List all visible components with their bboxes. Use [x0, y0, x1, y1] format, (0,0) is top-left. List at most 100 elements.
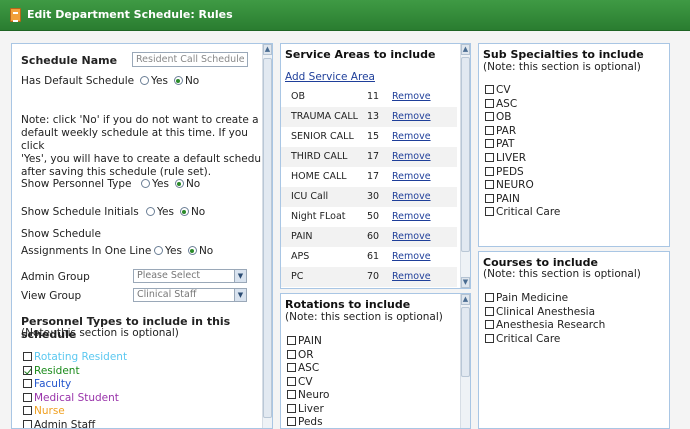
remove-service-area-link[interactable]: Remove	[392, 251, 431, 262]
show-personnel-no-radio[interactable]	[174, 179, 184, 188]
rotations-scrollbar[interactable]: ▲	[460, 294, 470, 428]
checkbox[interactable]	[23, 379, 32, 389]
show-assignments-no-radio[interactable]	[187, 246, 197, 255]
sub-specialty-item[interactable]: NEURO	[485, 179, 534, 191]
note-line: default weekly schedule at this time. If…	[21, 127, 248, 152]
rotation-item[interactable]: Neuro	[287, 389, 329, 401]
personnel-type-item[interactable]: Nurse	[23, 405, 65, 417]
scroll-up-icon[interactable]: ▲	[461, 44, 470, 55]
remove-service-area-link[interactable]: Remove	[392, 91, 431, 102]
remove-service-area-link[interactable]: Remove	[392, 131, 431, 142]
view-group-select[interactable]: Clinical Staff ▼	[133, 288, 247, 302]
service-area-row: THIRD CALL 17 Remove	[281, 147, 457, 167]
scroll-thumb[interactable]	[461, 307, 470, 377]
scroll-up-icon[interactable]: ▲	[263, 44, 272, 55]
sub-specialty-item[interactable]: PAR	[485, 125, 516, 137]
course-item[interactable]: Critical Care	[485, 333, 560, 345]
add-service-area-link[interactable]: Add Service Area	[285, 71, 375, 83]
sub-specialty-item[interactable]: PAIN	[485, 193, 520, 205]
sub-specialty-item[interactable]: CV	[485, 84, 511, 96]
rotations-panel: Rotations to include (Note: this section…	[280, 293, 471, 429]
sub-specialty-item[interactable]: PAT	[485, 138, 514, 150]
checkbox[interactable]	[485, 153, 494, 162]
remove-service-area-link[interactable]: Remove	[392, 151, 431, 162]
checkbox[interactable]	[485, 306, 494, 316]
service-area-code: 60	[367, 231, 380, 242]
checkbox[interactable]	[485, 112, 494, 122]
rotation-item[interactable]: Peds	[287, 416, 323, 428]
show-initials-no-radio[interactable]	[179, 207, 189, 216]
course-item[interactable]: Pain Medicine	[485, 292, 568, 304]
remove-service-area-link[interactable]: Remove	[392, 111, 431, 122]
rotation-item[interactable]: CV	[287, 376, 313, 388]
personnel-type-item[interactable]: Resident	[23, 365, 80, 377]
rotation-item[interactable]: ASC	[287, 362, 319, 374]
checkbox-label: PAIN	[496, 192, 520, 205]
course-item[interactable]: Anesthesia Research	[485, 319, 605, 331]
scroll-thumb[interactable]	[461, 57, 470, 252]
sub-specialty-item[interactable]: ASC	[485, 98, 517, 110]
sub-specialty-item[interactable]: LIVER	[485, 152, 526, 164]
show-personnel-yes-radio[interactable]	[141, 179, 150, 188]
checkbox[interactable]	[485, 85, 494, 94]
checkbox[interactable]	[287, 336, 296, 345]
checkbox[interactable]	[287, 417, 296, 426]
checkbox[interactable]	[287, 349, 296, 359]
checkbox[interactable]	[23, 392, 32, 402]
checkbox[interactable]	[485, 166, 494, 176]
has-default-label: Has Default Schedule	[21, 75, 135, 87]
checkbox[interactable]	[287, 390, 296, 399]
checkbox[interactable]	[485, 207, 494, 217]
left-panel-scrollbar[interactable]: ▲	[262, 44, 272, 428]
personnel-type-item[interactable]: Medical Student	[23, 392, 119, 404]
checkbox[interactable]	[485, 333, 494, 343]
checkbox[interactable]	[287, 376, 296, 386]
checkbox[interactable]	[23, 352, 32, 361]
rotation-item[interactable]: OR	[287, 349, 314, 361]
window-title: Edit Department Schedule: Rules	[27, 8, 233, 21]
checkbox[interactable]	[23, 406, 32, 416]
chevron-down-icon: ▼	[234, 270, 246, 282]
remove-service-area-link[interactable]: Remove	[392, 271, 431, 282]
remove-service-area-link[interactable]: Remove	[392, 171, 431, 182]
checkbox[interactable]	[485, 320, 494, 329]
personnel-type-item[interactable]: Faculty	[23, 378, 71, 390]
service-area-name: TRAUMA CALL	[291, 111, 358, 122]
service-area-name: THIRD CALL	[291, 151, 348, 162]
schedule-name-label: Schedule Name	[21, 54, 118, 67]
show-personnel-radio-group: Yes No	[141, 178, 206, 190]
checkbox[interactable]	[485, 98, 494, 108]
checkbox[interactable]	[485, 125, 494, 135]
scroll-down-icon[interactable]: ▼	[461, 277, 470, 288]
has-default-no-radio[interactable]	[173, 76, 183, 85]
checkbox-label: PEDS	[496, 165, 524, 178]
course-item[interactable]: Clinical Anesthesia	[485, 306, 595, 318]
checkbox[interactable]	[287, 403, 296, 413]
remove-service-area-link[interactable]: Remove	[392, 231, 431, 242]
show-assignments-yes-radio[interactable]	[154, 246, 163, 255]
checkbox[interactable]	[23, 365, 32, 375]
scroll-up-icon[interactable]: ▲	[461, 294, 470, 305]
rotation-item[interactable]: Liver	[287, 403, 324, 415]
personnel-type-item[interactable]: Rotating Resident	[23, 351, 127, 363]
scroll-thumb[interactable]	[263, 58, 272, 418]
service-areas-scrollbar[interactable]: ▲ ▼	[460, 44, 470, 288]
checkbox[interactable]	[485, 180, 494, 190]
checkbox-label: Liver	[298, 402, 324, 415]
checkbox[interactable]	[485, 293, 494, 302]
sub-specialty-item[interactable]: Critical Care	[485, 206, 560, 218]
show-initials-yes-radio[interactable]	[146, 207, 155, 216]
sub-specialty-item[interactable]: OB	[485, 111, 511, 123]
checkbox[interactable]	[23, 420, 32, 428]
personnel-type-item[interactable]: Admin Staff	[23, 419, 95, 428]
checkbox[interactable]	[287, 363, 296, 372]
rotation-item[interactable]: PAIN	[287, 335, 322, 347]
admin-group-select[interactable]: Please Select ▼	[133, 269, 247, 283]
schedule-name-input[interactable]	[132, 52, 248, 67]
has-default-yes-radio[interactable]	[140, 76, 149, 85]
checkbox[interactable]	[485, 193, 494, 203]
remove-service-area-link[interactable]: Remove	[392, 211, 431, 222]
checkbox[interactable]	[485, 139, 494, 149]
remove-service-area-link[interactable]: Remove	[392, 191, 431, 202]
sub-specialty-item[interactable]: PEDS	[485, 166, 524, 178]
